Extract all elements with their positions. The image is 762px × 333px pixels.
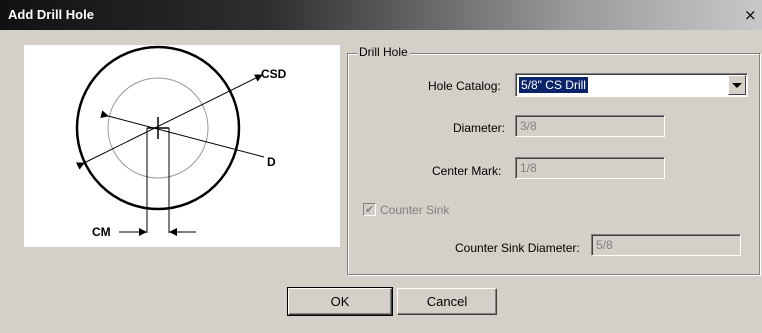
chevron-down-icon: [732, 82, 742, 88]
counter-sink-diameter-label: Counter Sink Diameter:: [455, 241, 580, 255]
add-drill-hole-dialog: Add Drill Hole × CSD D CM Drill Hole Hol…: [0, 0, 762, 333]
drill-hole-diagram: CSD D CM: [24, 45, 340, 247]
d-leader: [100, 110, 265, 158]
label-csd: CSD: [261, 67, 287, 81]
diagram-svg: CSD D CM: [75, 45, 287, 239]
cancel-button[interactable]: Cancel: [397, 288, 497, 315]
center-mark-field[interactable]: 1/8: [515, 157, 665, 179]
diameter-label: Diameter:: [453, 121, 506, 135]
counter-sink-checkbox[interactable]: ✔: [363, 203, 376, 216]
center-mark-label: Center Mark:: [432, 164, 502, 178]
diameter-field[interactable]: 3/8: [515, 115, 665, 137]
hole-catalog-select[interactable]: 5/8" CS Drill: [515, 73, 748, 97]
counter-sink-label[interactable]: Counter Sink: [380, 203, 449, 217]
label-d: D: [267, 155, 276, 169]
hole-catalog-value: 5/8" CS Drill: [519, 77, 588, 93]
counter-sink-diameter-field[interactable]: 5/8: [591, 234, 741, 256]
dialog-title: Add Drill Hole: [8, 7, 94, 22]
label-cm: CM: [92, 225, 111, 239]
drill-hole-legend: Drill Hole: [357, 45, 410, 59]
close-icon[interactable]: ×: [744, 7, 762, 25]
title-bar[interactable]: Add Drill Hole ×: [0, 0, 762, 30]
ok-button[interactable]: OK: [287, 287, 393, 316]
dropdown-button[interactable]: [728, 75, 746, 95]
hole-catalog-label: Hole Catalog:: [428, 79, 501, 93]
